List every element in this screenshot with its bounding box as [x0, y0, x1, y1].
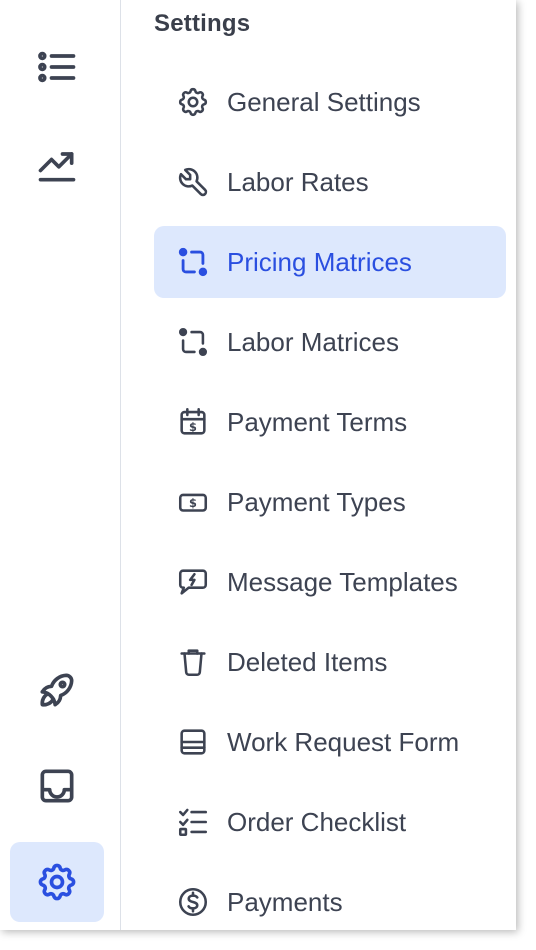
menu-item-labor-matrices[interactable]: Labor Matrices [154, 306, 506, 378]
menu-item-label: Labor Rates [227, 166, 369, 197]
message-bolt-icon [176, 565, 210, 599]
calendar-dollar-icon: $ [176, 405, 210, 439]
app-window: Settings General Settings Labor Rates Pr… [0, 0, 516, 930]
matrix-icon [176, 245, 210, 279]
rocket-icon [40, 673, 74, 707]
menu-item-payment-types[interactable]: $ Payment Types [154, 466, 506, 538]
list-icon [38, 51, 76, 83]
gear-icon [176, 85, 210, 119]
dollar-circle-icon [176, 885, 210, 919]
cash-icon: $ [176, 485, 210, 519]
matrix-icon [176, 325, 210, 359]
menu-item-label: General Settings [227, 86, 421, 117]
rail-item-reports[interactable] [10, 125, 104, 205]
rail-item-settings[interactable] [10, 842, 104, 922]
menu-item-label: Pricing Matrices [227, 246, 412, 277]
menu-item-label: Payments [227, 886, 343, 917]
rail-item-list[interactable] [10, 27, 104, 107]
wrench-icon [176, 165, 210, 199]
menu-item-label: Message Templates [227, 566, 458, 597]
menu-item-label: Payment Terms [227, 406, 408, 437]
trending-up-icon [38, 152, 76, 182]
menu-item-message-templates[interactable]: Message Templates [154, 546, 506, 618]
menu-item-labor-rates[interactable]: Labor Rates [154, 146, 506, 218]
svg-text:$: $ [189, 420, 197, 434]
menu-item-work-request-form[interactable]: Work Request Form [154, 706, 506, 778]
menu-item-label: Order Checklist [227, 806, 407, 837]
icon-rail [0, 0, 121, 930]
menu-item-payment-terms[interactable]: $ Payment Terms [154, 386, 506, 458]
menu-item-pricing-matrices[interactable]: Pricing Matrices [154, 226, 506, 298]
menu-item-label: Payment Types [227, 486, 406, 517]
rail-item-inbox[interactable] [10, 746, 104, 826]
inbox-icon [40, 769, 74, 803]
menu-item-label: Labor Matrices [227, 326, 399, 357]
checklist-icon [176, 805, 210, 839]
gear-icon [38, 863, 76, 901]
menu-item-label: Deleted Items [227, 646, 388, 677]
menu-item-label: Work Request Form [227, 726, 460, 757]
settings-panel: Settings General Settings Labor Rates Pr… [121, 0, 516, 930]
trash-icon [176, 645, 210, 679]
form-icon [176, 725, 210, 759]
settings-menu: General Settings Labor Rates Pricing Mat… [154, 66, 506, 930]
menu-item-order-checklist[interactable]: Order Checklist [154, 786, 506, 858]
panel-title: Settings [154, 10, 251, 37]
rail-item-launch[interactable] [10, 650, 104, 730]
svg-text:$: $ [189, 496, 197, 510]
menu-item-general-settings[interactable]: General Settings [154, 66, 506, 138]
menu-item-payments[interactable]: Payments [154, 866, 506, 930]
menu-item-deleted-items[interactable]: Deleted Items [154, 626, 506, 698]
